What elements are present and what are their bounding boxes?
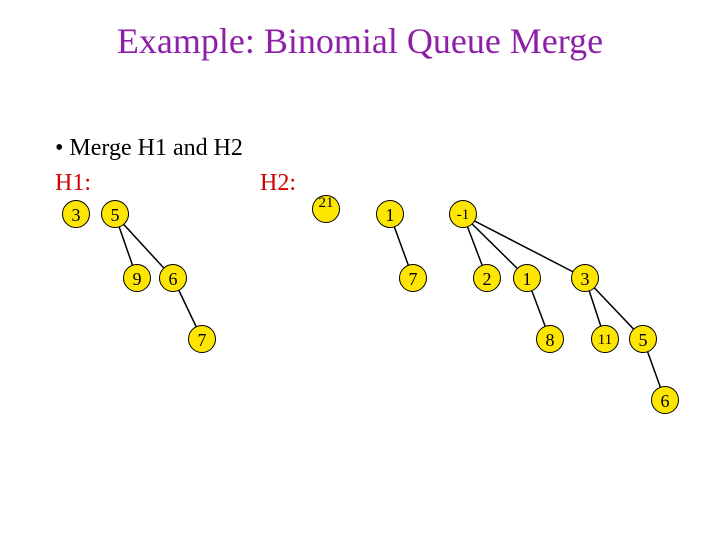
h2-b3-c2a: 6 xyxy=(651,386,679,414)
h2-b3-b: 1 xyxy=(513,264,541,292)
h2-b0-root: 21 xyxy=(312,195,340,223)
h2-b3-c1: 11 xyxy=(591,325,619,353)
h2-b0-root-label: 21 xyxy=(316,197,336,210)
h2-b1-root: 1 xyxy=(376,200,404,228)
h1-b2-c2c: 7 xyxy=(188,325,216,353)
h2-b1-c1: 7 xyxy=(399,264,427,292)
h2-b3-c: 3 xyxy=(571,264,599,292)
h2-b3-a: 2 xyxy=(473,264,501,292)
edges-svg xyxy=(0,0,720,540)
h2-b3-b1: 8 xyxy=(536,325,564,353)
h2-b3-c2: 5 xyxy=(629,325,657,353)
h1-b2-c2: 6 xyxy=(159,264,187,292)
h1-b2-c1: 9 xyxy=(123,264,151,292)
h1-b2-root: 5 xyxy=(101,200,129,228)
h1-b0-root: 3 xyxy=(62,200,90,228)
h2-b3-root: -1 xyxy=(449,200,477,228)
